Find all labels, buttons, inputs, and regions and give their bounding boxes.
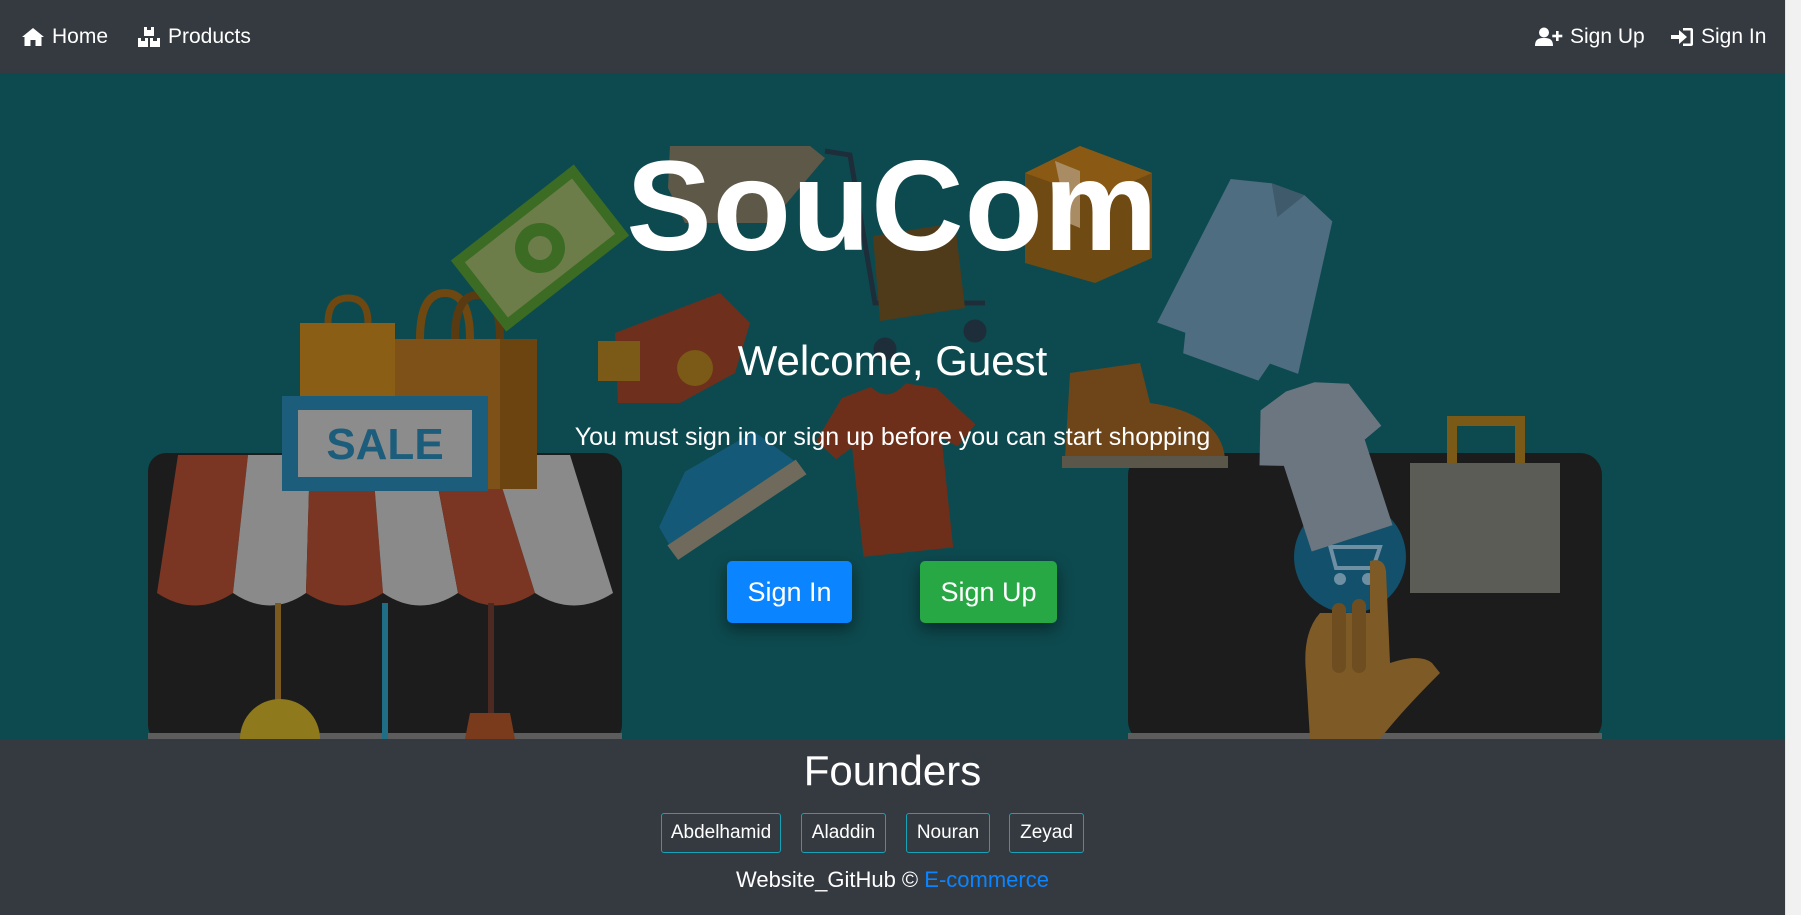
nav-signup-label: Sign Up [1570, 25, 1645, 48]
footer: Founders Abdelhamid Aladdin Nouran Zeyad… [0, 739, 1785, 915]
founder-button-abdelhamid[interactable]: Abdelhamid [661, 813, 781, 853]
founder-button-nouran[interactable]: Nouran [906, 813, 990, 853]
boxes-icon [138, 27, 160, 47]
hero-section: SALE SouCom Welcome, Guest You must sign… [0, 73, 1785, 739]
nav-products-label: Products [168, 25, 251, 48]
nav-signin-label: Sign In [1701, 25, 1767, 48]
hero-signup-button[interactable]: Sign Up [920, 561, 1057, 623]
nav-signin-link[interactable]: Sign In [1670, 22, 1766, 52]
nav-products-link[interactable]: Products [137, 22, 251, 52]
founder-button-aladdin[interactable]: Aladdin [801, 813, 886, 853]
tshirt-illustration [816, 383, 976, 557]
founder-button-zeyad[interactable]: Zeyad [1009, 813, 1084, 853]
home-icon [22, 28, 44, 46]
hero-title: SouCom [626, 135, 1159, 278]
navbar: Home Products Sign Up Sign In [0, 0, 1785, 73]
sign-in-icon [1671, 28, 1693, 46]
welcome-heading: Welcome, Guest [737, 337, 1048, 384]
viewport: Home Products Sign Up Sign In SALE SouCo… [0, 0, 1785, 915]
footer-credit: Website_GitHub © E-commerce [0, 867, 1785, 893]
github-link[interactable]: E-commerce [924, 867, 1049, 892]
founders-title: Founders [803, 747, 982, 794]
nav-home-link[interactable]: Home [21, 22, 108, 52]
hero-signin-button[interactable]: Sign In [727, 561, 852, 623]
credit-text: Website_GitHub © [736, 867, 919, 892]
vertical-scrollbar[interactable] [1785, 0, 1801, 915]
signin-required-message: You must sign in or sign up before you c… [574, 423, 1211, 451]
nav-home-label: Home [52, 25, 109, 48]
page: Home Products Sign Up Sign In SALE SouCo… [0, 0, 1801, 915]
nav-signup-link[interactable]: Sign Up [1535, 22, 1645, 52]
user-plus-icon [1535, 27, 1563, 46]
